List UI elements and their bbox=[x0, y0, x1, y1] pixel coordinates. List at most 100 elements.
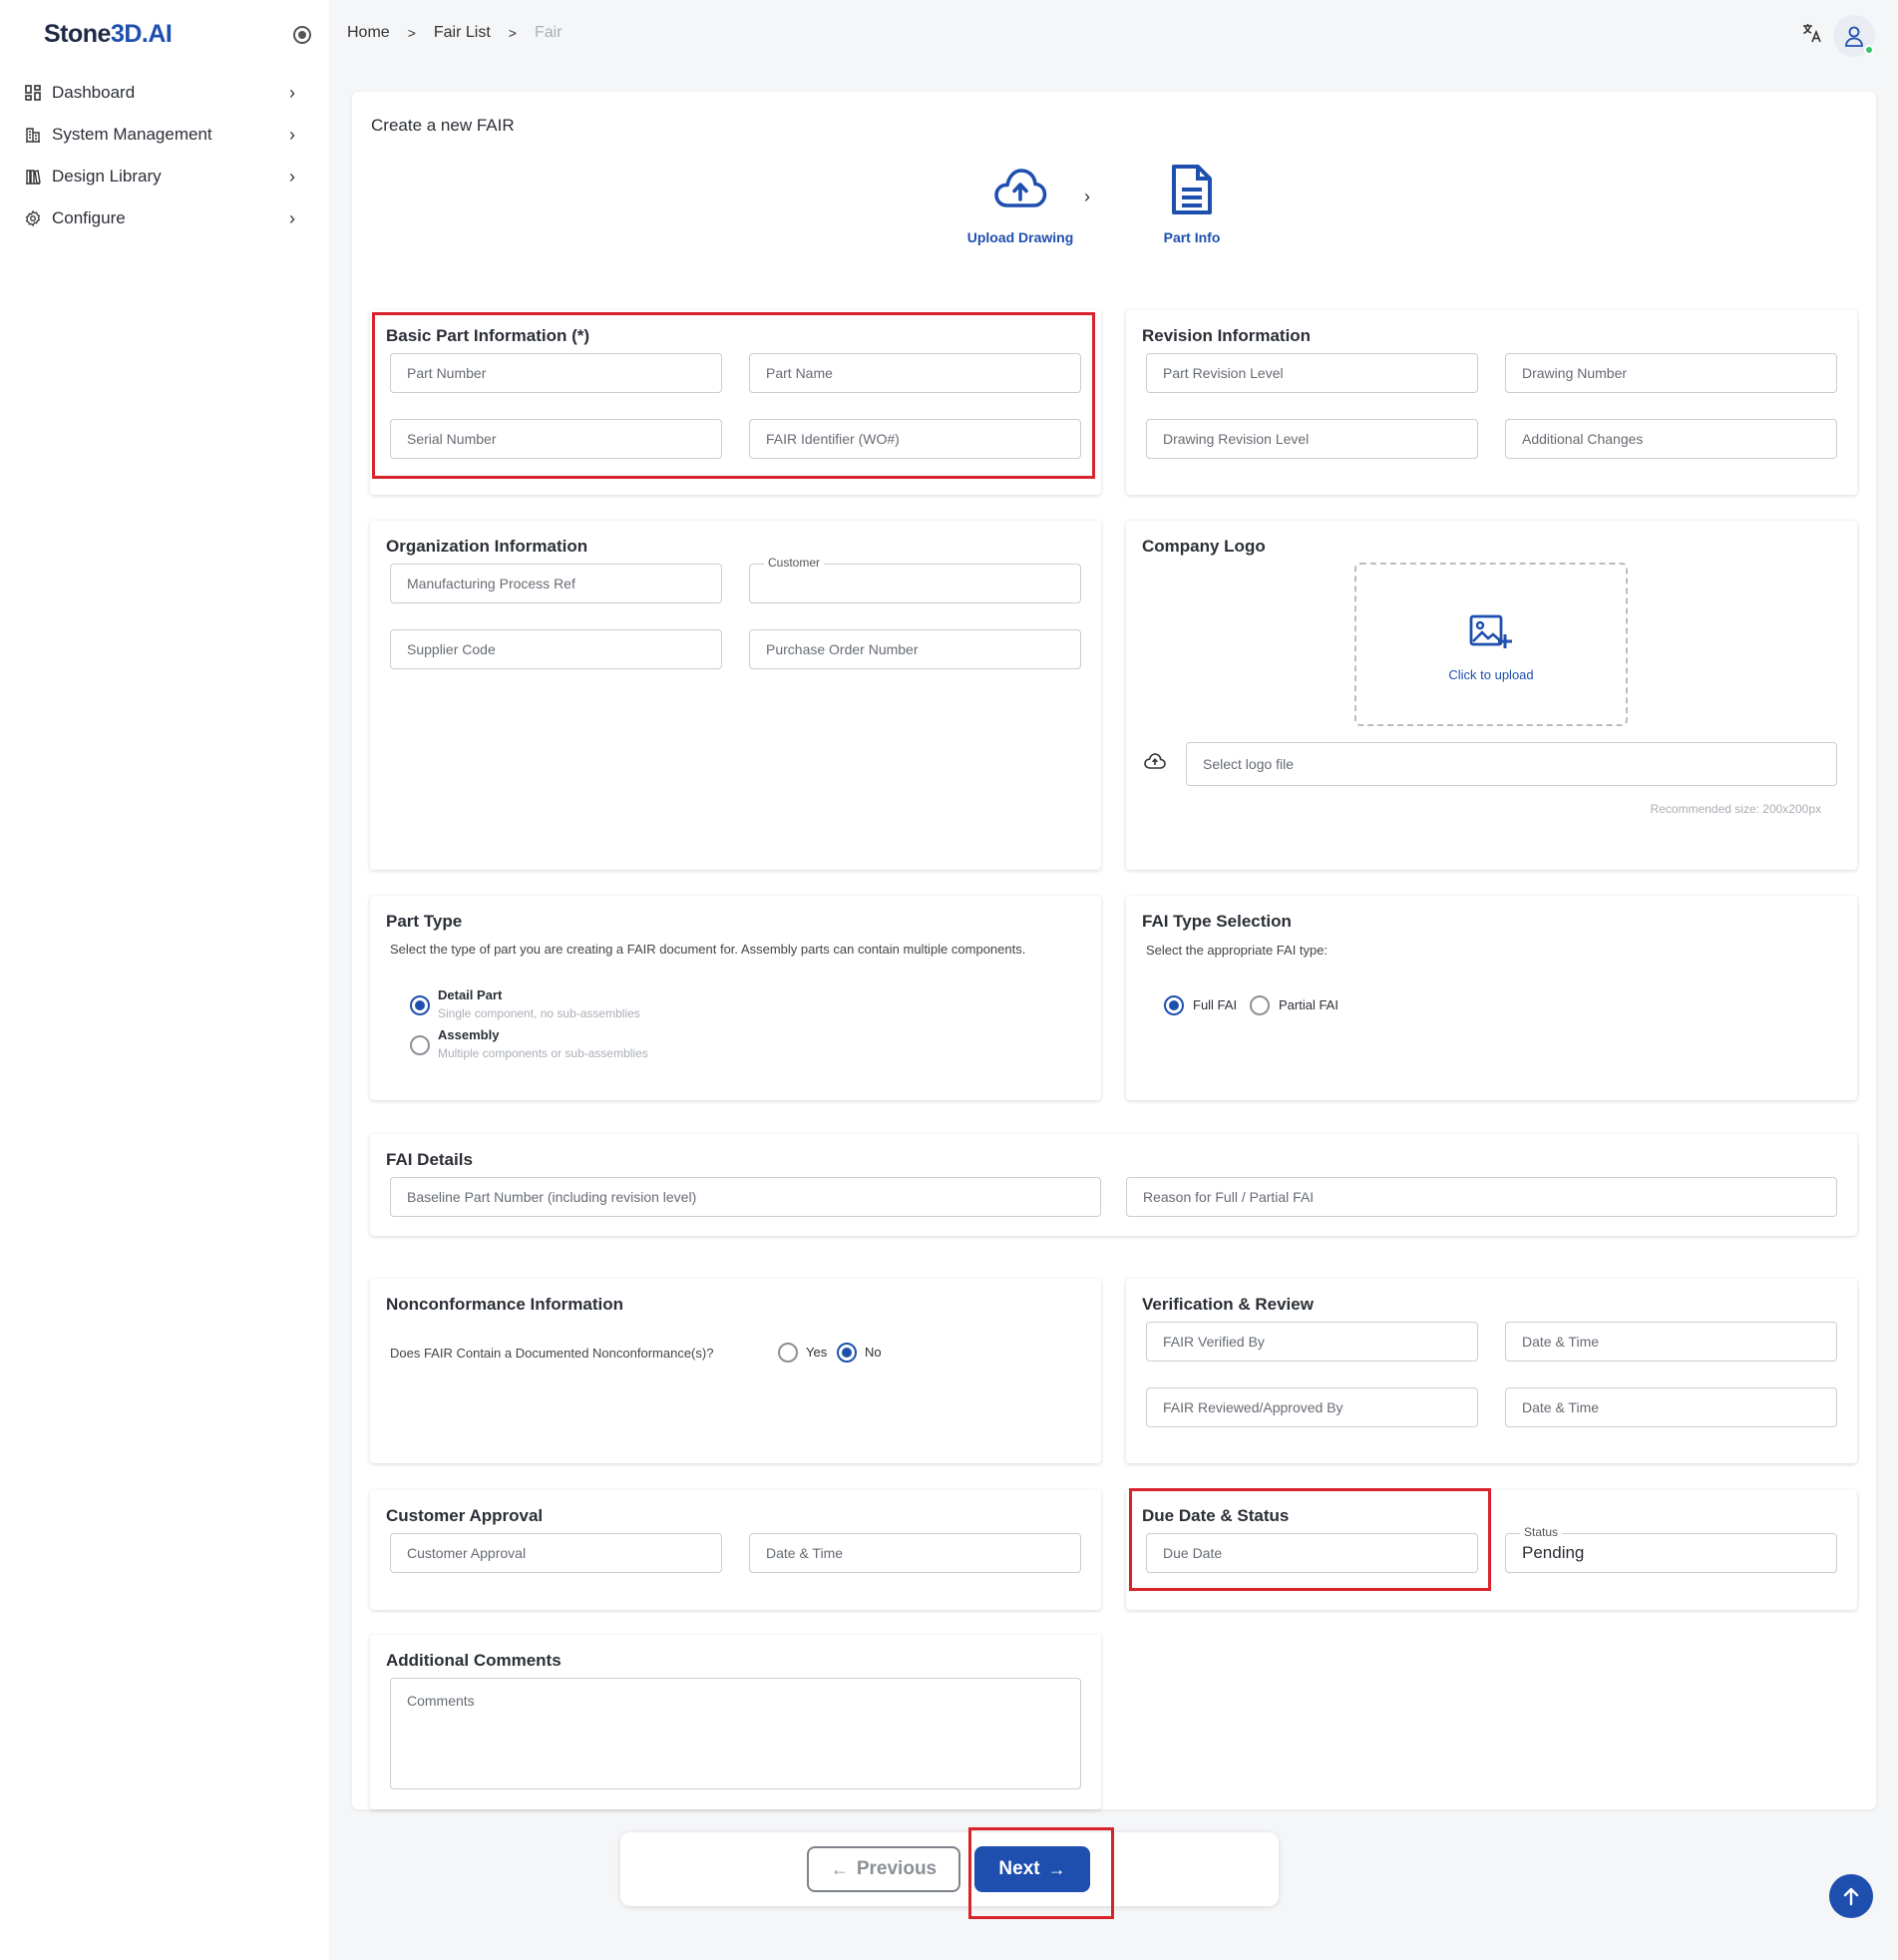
section-title: Part Type bbox=[386, 912, 463, 931]
part-revision-level-input[interactable] bbox=[1146, 353, 1478, 393]
revision-info-section: Revision Information bbox=[1126, 310, 1857, 495]
customer-approval-section: Customer Approval bbox=[370, 1490, 1101, 1610]
verified-date-time-input[interactable] bbox=[1505, 1322, 1837, 1362]
section-title: Revision Information bbox=[1142, 326, 1312, 345]
step-part-info[interactable]: Part Info bbox=[1122, 162, 1262, 245]
fair-reviewed-approved-by-input[interactable] bbox=[1146, 1387, 1478, 1427]
due-date-status-section: Due Date & Status Status bbox=[1126, 1490, 1857, 1610]
main-card: Create a new FAIR Upload Drawing › Part … bbox=[352, 92, 1876, 1809]
document-icon bbox=[1164, 162, 1220, 217]
sidebar-item-design-library[interactable]: Design Library › bbox=[0, 156, 329, 197]
breadcrumb-fair-list[interactable]: Fair List bbox=[434, 24, 491, 42]
assembly-radio[interactable] bbox=[410, 1035, 430, 1055]
dashboard-grid-icon bbox=[24, 84, 42, 102]
stepper: Upload Drawing › Part Info bbox=[950, 162, 1280, 261]
status-field-label: Status bbox=[1520, 1525, 1563, 1539]
detail-part-radio[interactable] bbox=[410, 995, 430, 1015]
cloud-upload-icon bbox=[992, 162, 1048, 217]
chevron-right-icon: > bbox=[407, 25, 416, 41]
full-fai-label: Full FAI bbox=[1193, 997, 1238, 1012]
nonconformance-yes-radio[interactable] bbox=[778, 1343, 798, 1363]
user-icon bbox=[1845, 26, 1863, 47]
logo-text: Stone bbox=[44, 20, 111, 48]
fai-type-description: Select the appropriate FAI type: bbox=[1146, 943, 1329, 958]
section-title: Additional Comments bbox=[386, 1651, 562, 1670]
page-title: Create a new FAIR bbox=[371, 116, 515, 135]
section-title: FAI Type Selection bbox=[1142, 912, 1292, 931]
chevron-right-icon: › bbox=[289, 124, 295, 145]
additional-comments-section: Additional Comments bbox=[370, 1635, 1101, 1809]
reviewed-date-time-input[interactable] bbox=[1505, 1387, 1837, 1427]
full-fai-radio[interactable] bbox=[1164, 995, 1184, 1015]
breadcrumb: Home > Fair List > Fair bbox=[347, 24, 563, 42]
sidebar-nav: Dashboard › System Management › Design L… bbox=[0, 72, 329, 239]
assembly-description: Multiple components or sub-assemblies bbox=[438, 1046, 648, 1060]
nonconformance-section: Nonconformance Information Does FAIR Con… bbox=[370, 1279, 1101, 1463]
nonconformance-question: Does FAIR Contain a Documented Nonconfor… bbox=[390, 1346, 714, 1361]
manufacturing-process-ref-input[interactable] bbox=[390, 564, 722, 603]
logo-accent-text: 3D.AI bbox=[110, 20, 173, 48]
customer-approval-date-time-input[interactable] bbox=[749, 1533, 1081, 1573]
detail-part-description: Single component, no sub-assemblies bbox=[438, 1006, 640, 1020]
part-type-description: Select the type of part you are creating… bbox=[390, 942, 1026, 957]
sidebar: Stone3D.AI Dashboard › System Management… bbox=[0, 0, 329, 1960]
scroll-to-top-button[interactable] bbox=[1829, 1874, 1873, 1918]
fair-verified-by-input[interactable] bbox=[1146, 1322, 1478, 1362]
drawing-number-input[interactable] bbox=[1505, 353, 1837, 393]
next-button[interactable]: Next → bbox=[974, 1846, 1090, 1892]
serial-number-input[interactable] bbox=[390, 419, 722, 459]
nonconformance-no-radio[interactable] bbox=[837, 1343, 857, 1363]
sidebar-item-label: Design Library bbox=[52, 167, 162, 186]
assembly-label: Assembly bbox=[438, 1027, 500, 1042]
customer-input[interactable] bbox=[749, 564, 1081, 603]
detail-part-label: Detail Part bbox=[438, 987, 503, 1002]
fair-identifier-input[interactable] bbox=[749, 419, 1081, 459]
user-avatar[interactable] bbox=[1833, 15, 1875, 57]
sidebar-item-configure[interactable]: Configure › bbox=[0, 197, 329, 239]
sidebar-item-dashboard[interactable]: Dashboard › bbox=[0, 72, 329, 114]
section-title: Company Logo bbox=[1142, 537, 1266, 556]
part-name-input[interactable] bbox=[749, 353, 1081, 393]
breadcrumb-home[interactable]: Home bbox=[347, 24, 390, 42]
customer-approval-input[interactable] bbox=[390, 1533, 722, 1573]
comments-textarea[interactable] bbox=[390, 1678, 1081, 1789]
app-logo[interactable]: Stone3D.AI bbox=[44, 20, 173, 49]
drawing-revision-level-input[interactable] bbox=[1146, 419, 1478, 459]
chevron-right-icon: › bbox=[289, 166, 295, 187]
section-title: Basic Part Information (*) bbox=[386, 326, 590, 345]
reason-full-partial-fai-input[interactable] bbox=[1126, 1177, 1837, 1217]
section-title: Organization Information bbox=[386, 537, 588, 556]
sidebar-item-label: System Management bbox=[52, 125, 212, 144]
logo-upload-dropzone[interactable]: Click to upload bbox=[1354, 563, 1628, 726]
click-to-upload-text: Click to upload bbox=[1448, 667, 1534, 682]
section-title: Due Date & Status bbox=[1142, 1506, 1290, 1525]
cloud-upload-icon[interactable] bbox=[1144, 752, 1166, 775]
part-type-section: Part Type Select the type of part you ar… bbox=[370, 896, 1101, 1100]
building-icon bbox=[24, 126, 42, 144]
section-title: FAI Details bbox=[386, 1150, 473, 1169]
company-logo-section: Company Logo Click to upload Recommended… bbox=[1126, 521, 1857, 870]
section-title: Customer Approval bbox=[386, 1506, 544, 1525]
baseline-part-number-input[interactable] bbox=[390, 1177, 1101, 1217]
chevron-right-icon: › bbox=[289, 82, 295, 103]
supplier-code-input[interactable] bbox=[390, 629, 722, 669]
nonconformance-yes-label: Yes bbox=[806, 1345, 828, 1360]
due-date-input[interactable] bbox=[1146, 1533, 1478, 1573]
arrow-left-icon: ← bbox=[830, 1858, 849, 1879]
sidebar-toggle-icon[interactable] bbox=[293, 26, 311, 44]
status-select[interactable] bbox=[1505, 1533, 1837, 1573]
additional-changes-input[interactable] bbox=[1505, 419, 1837, 459]
nonconformance-no-label: No bbox=[865, 1345, 882, 1360]
part-number-input[interactable] bbox=[390, 353, 722, 393]
form-navigation-bar: ← Previous Next → bbox=[620, 1832, 1279, 1906]
sidebar-item-system-management[interactable]: System Management › bbox=[0, 114, 329, 156]
previous-button[interactable]: ← Previous bbox=[807, 1846, 960, 1892]
partial-fai-radio[interactable] bbox=[1250, 995, 1270, 1015]
add-image-icon bbox=[1469, 614, 1512, 648]
step-upload-drawing[interactable]: Upload Drawing bbox=[950, 162, 1090, 245]
translate-icon[interactable] bbox=[1801, 22, 1825, 46]
recommended-size-hint: Recommended size: 200x200px bbox=[1650, 802, 1821, 816]
purchase-order-number-input[interactable] bbox=[749, 629, 1081, 669]
select-logo-file-input[interactable] bbox=[1186, 742, 1837, 786]
breadcrumb-current: Fair bbox=[534, 24, 563, 41]
